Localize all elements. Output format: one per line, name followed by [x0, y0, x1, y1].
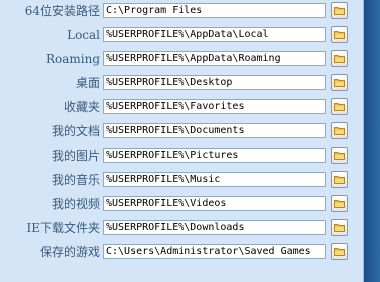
browse-button[interactable]	[331, 195, 348, 212]
row-label: 我的音乐	[51, 173, 100, 187]
path-row-favorites: 收藏夹 %USERPROFILE%\Favorites	[0, 97, 363, 117]
path-row-roaming: Roaming %USERPROFILE%\AppData\Roaming	[0, 49, 363, 69]
folder-icon	[334, 224, 345, 232]
folder-icon	[334, 127, 345, 135]
path-row-ie-downloads: IE下载文件夹 %USERPROFILE%\Downloads	[0, 218, 363, 238]
row-label: 桌面	[75, 76, 100, 90]
folder-icon	[334, 176, 345, 184]
path-row-local: Local %USERPROFILE%\AppData\Local	[0, 25, 363, 45]
browse-button[interactable]	[331, 98, 348, 115]
row-label: 我的文档	[51, 124, 100, 138]
folder-icon	[334, 248, 345, 256]
path-field[interactable]: %USERPROFILE%\Favorites	[103, 99, 326, 114]
browse-button[interactable]	[331, 171, 348, 188]
row-label: 我的视频	[51, 197, 100, 211]
folder-icon	[334, 200, 345, 208]
row-label: 收藏夹	[63, 100, 100, 114]
browse-button[interactable]	[331, 219, 348, 236]
path-field[interactable]: %USERPROFILE%\Documents	[103, 123, 326, 138]
path-field[interactable]: %USERPROFILE%\AppData\Local	[103, 27, 326, 42]
browse-button[interactable]	[331, 243, 348, 260]
path-row-saved-games: 保存的游戏 C:\Users\Administrator\Saved Games	[0, 242, 363, 262]
path-row-videos: 我的视频 %USERPROFILE%\Videos	[0, 194, 363, 214]
path-row-desktop: 桌面 %USERPROFILE%\Desktop	[0, 73, 363, 93]
folder-icon	[334, 31, 345, 39]
path-row-64bit-install: 64位安装路径 C:\Program Files	[0, 1, 363, 21]
folder-icon	[334, 79, 345, 87]
row-label: 我的图片	[51, 149, 100, 163]
path-row-documents: 我的文档 %USERPROFILE%\Documents	[0, 121, 363, 141]
browse-button[interactable]	[331, 50, 348, 67]
settings-panel: 64位安装路径 C:\Program Files Local %USERPROF…	[0, 0, 364, 282]
path-field[interactable]: %USERPROFILE%\Videos	[103, 196, 326, 211]
path-field[interactable]: %USERPROFILE%\Desktop	[103, 75, 326, 90]
browse-button[interactable]	[331, 2, 348, 19]
path-field[interactable]: %USERPROFILE%\AppData\Roaming	[103, 51, 326, 66]
folder-icon	[334, 152, 345, 160]
folder-icon	[334, 103, 345, 111]
browse-button[interactable]	[331, 147, 348, 164]
path-field[interactable]: %USERPROFILE%\Music	[103, 172, 326, 187]
path-field[interactable]: C:\Users\Administrator\Saved Games	[103, 244, 326, 259]
path-field[interactable]: C:\Program Files	[103, 3, 326, 18]
path-field[interactable]: %USERPROFILE%\Pictures	[103, 148, 326, 163]
row-label: IE下载文件夹	[26, 221, 100, 235]
row-label: Local	[67, 28, 100, 42]
window-frame-edge	[364, 0, 380, 282]
row-label: 保存的游戏	[39, 245, 100, 259]
browse-button[interactable]	[331, 74, 348, 91]
path-row-music: 我的音乐 %USERPROFILE%\Music	[0, 170, 363, 190]
path-row-pictures: 我的图片 %USERPROFILE%\Pictures	[0, 146, 363, 166]
row-label: 64位安装路径	[24, 4, 100, 18]
browse-button[interactable]	[331, 122, 348, 139]
folder-icon	[334, 7, 345, 15]
folder-icon	[334, 55, 345, 63]
browse-button[interactable]	[331, 26, 348, 43]
row-label: Roaming	[45, 52, 100, 66]
path-field[interactable]: %USERPROFILE%\Downloads	[103, 220, 326, 235]
